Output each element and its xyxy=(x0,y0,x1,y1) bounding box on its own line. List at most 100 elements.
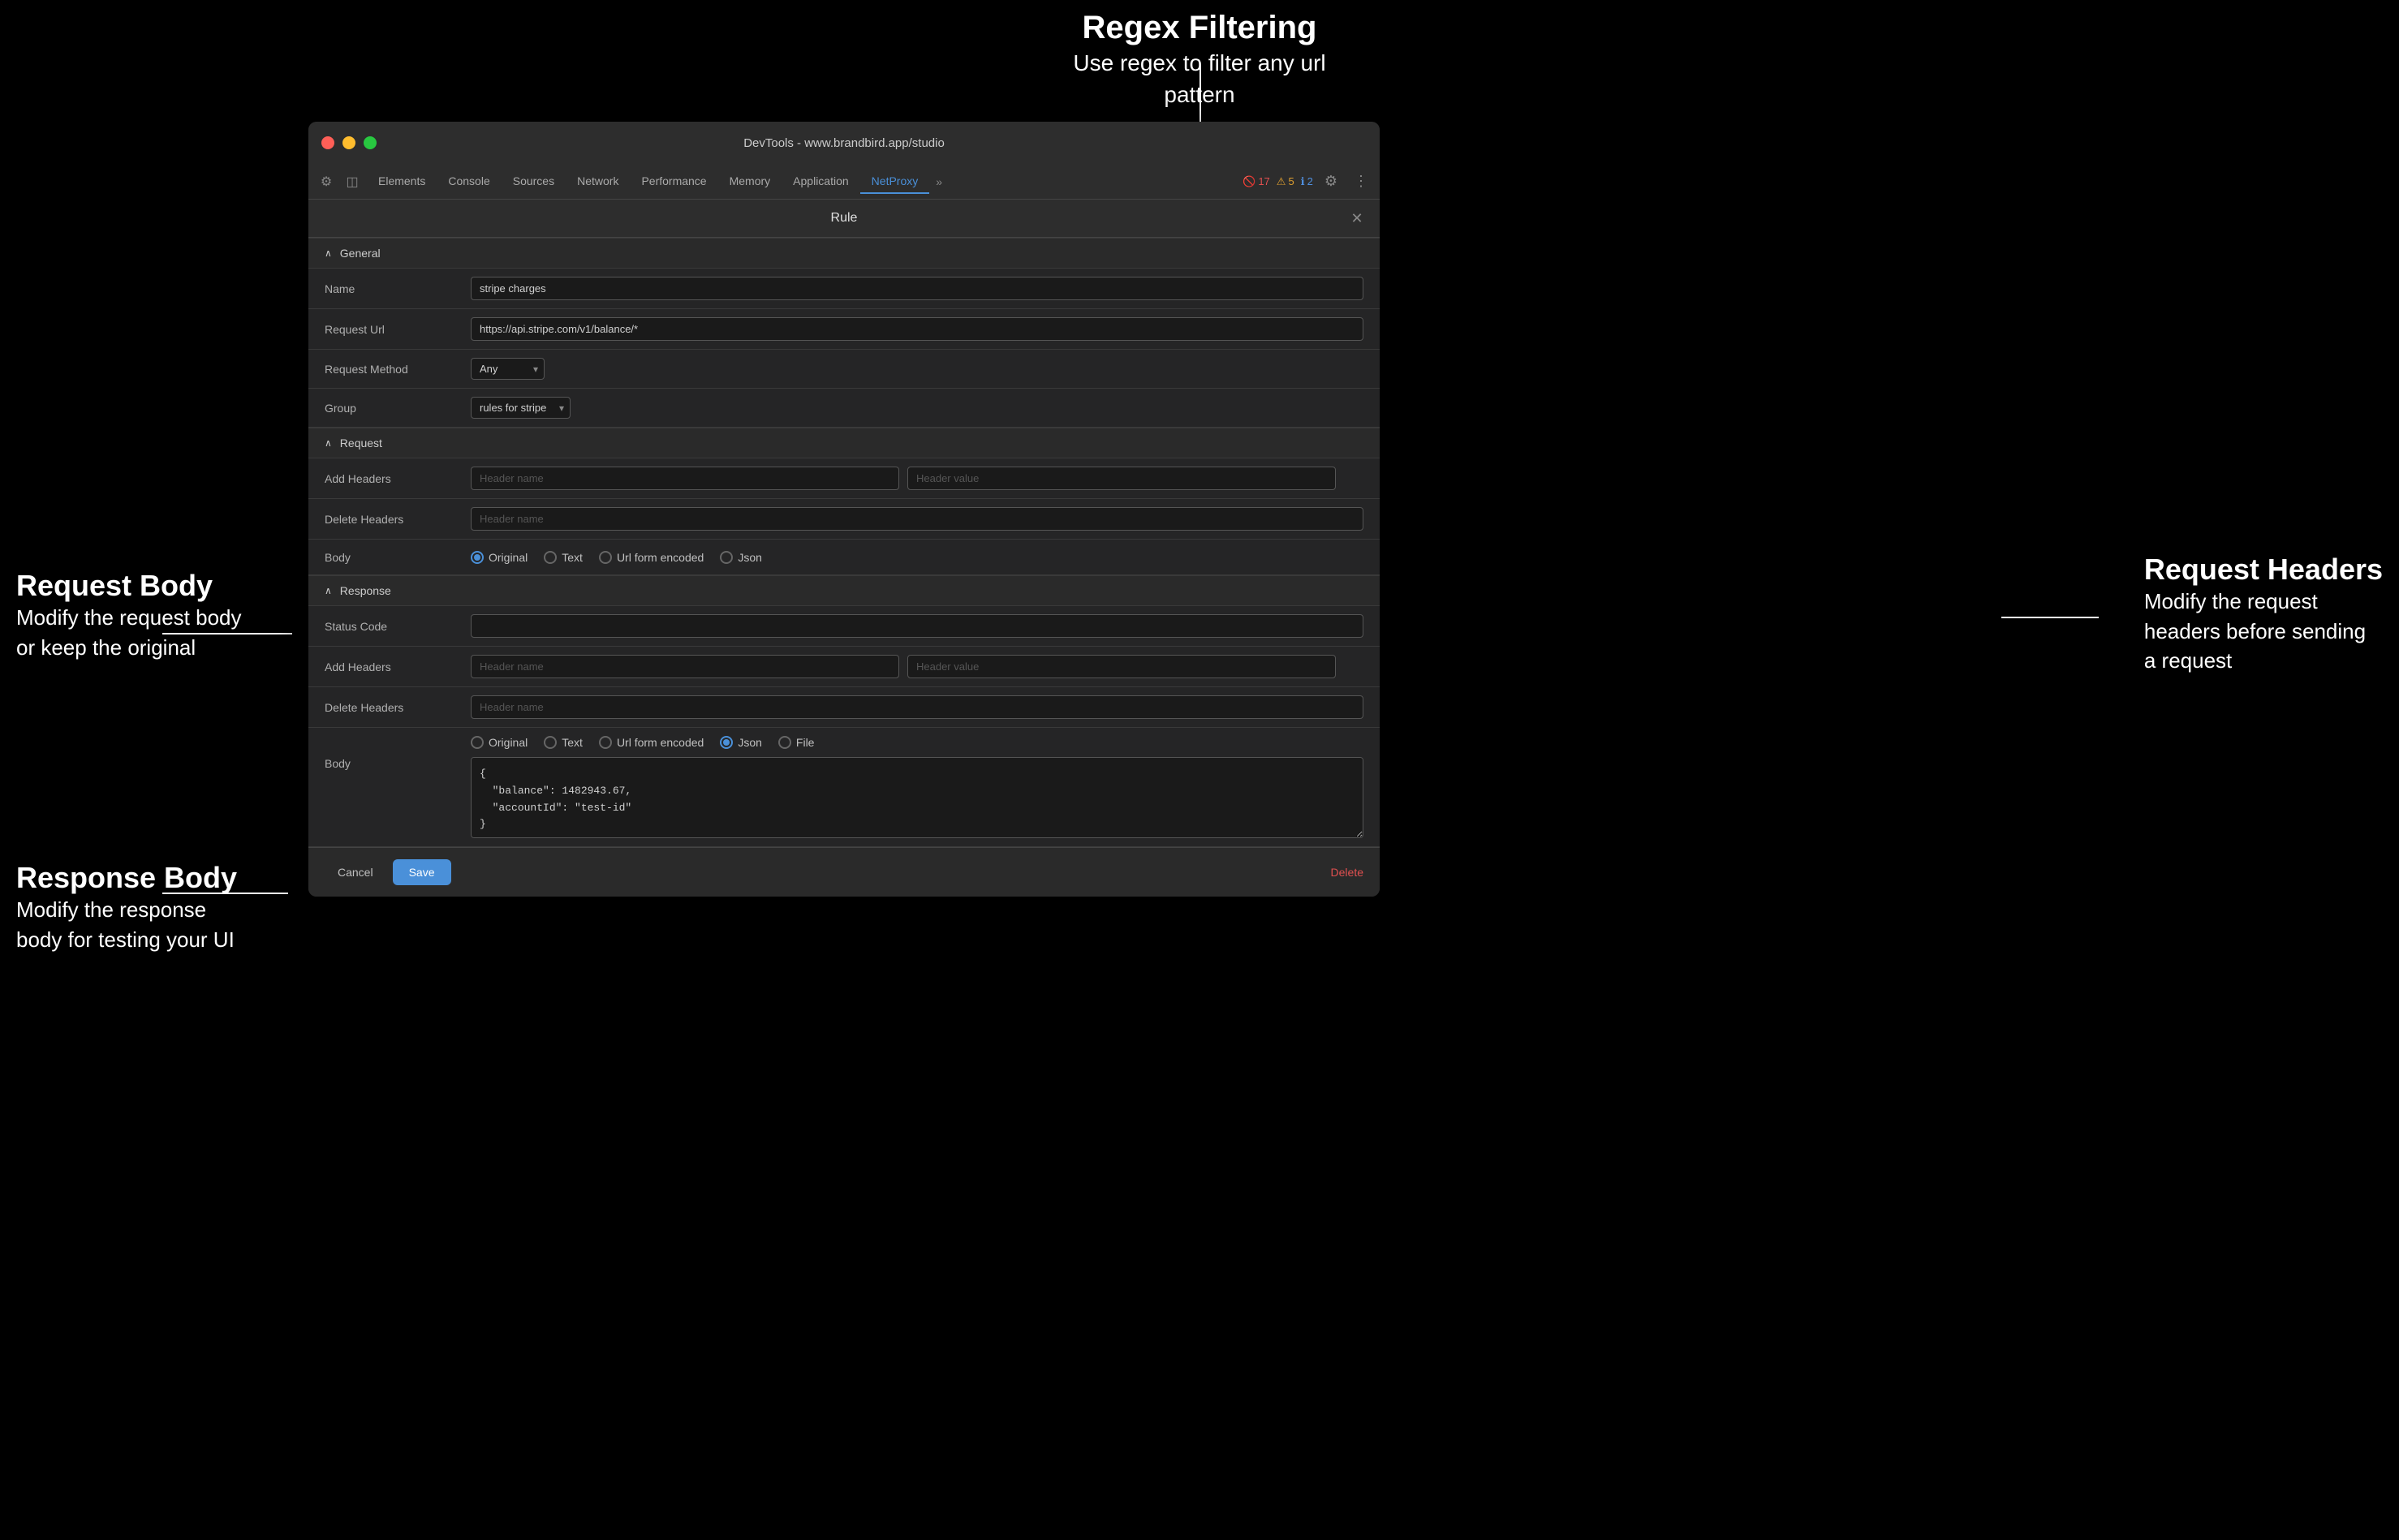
traffic-lights xyxy=(321,136,377,149)
annotation-response-body: Response Body Modify the response body f… xyxy=(16,860,243,954)
request-body-options: Original Text Url form encoded Json xyxy=(471,551,1363,564)
titlebar: DevTools - www.brandbird.app/studio xyxy=(308,122,1380,164)
response-body-text-label: Text xyxy=(562,736,583,749)
cancel-button[interactable]: Cancel xyxy=(325,859,386,885)
group-select[interactable]: rules for stripe xyxy=(471,397,571,419)
request-add-headers-inputs xyxy=(471,467,1363,490)
response-body-options: Original Text Url form encoded Json xyxy=(471,736,814,749)
error-count: 17 xyxy=(1258,175,1269,187)
request-add-headers-row: Add Headers xyxy=(308,458,1380,499)
tabbar: ⚙ ◫ Elements Console Sources Network Per… xyxy=(308,164,1380,200)
response-body-textarea[interactable]: { "balance": 1482943.67, "accountId": "t… xyxy=(471,757,1363,838)
request-body-original[interactable]: Original xyxy=(471,551,528,564)
tab-network[interactable]: Network xyxy=(566,170,630,194)
response-body-row-header: Original Text Url form encoded Json xyxy=(325,736,1363,749)
response-add-headers-row: Add Headers xyxy=(308,647,1380,687)
response-body-file[interactable]: File xyxy=(778,736,815,749)
response-delete-headers-inputs xyxy=(471,695,1363,719)
response-body-original[interactable]: Original xyxy=(471,736,528,749)
delete-button[interactable]: Delete xyxy=(1331,866,1363,879)
tab-netproxy[interactable]: NetProxy xyxy=(860,170,930,194)
response-body-textarea-label: Body xyxy=(325,757,471,838)
response-body-file-radio[interactable] xyxy=(778,736,791,749)
response-add-header-name-input[interactable] xyxy=(471,655,899,678)
request-method-select[interactable]: Any GET POST PUT DELETE xyxy=(471,358,545,380)
tab-elements[interactable]: Elements xyxy=(367,170,437,194)
response-add-headers-label: Add Headers xyxy=(325,660,471,673)
request-delete-header-name-input[interactable] xyxy=(471,507,1363,531)
response-body-json-radio[interactable] xyxy=(720,736,733,749)
request-body-url-encoded-radio[interactable] xyxy=(599,551,612,564)
devtools-icon-2: ◫ xyxy=(341,170,364,193)
tab-sources[interactable]: Sources xyxy=(502,170,566,194)
titlebar-title: DevTools - www.brandbird.app/studio xyxy=(743,136,945,150)
response-add-headers-inputs xyxy=(471,655,1363,678)
maximize-button[interactable] xyxy=(364,136,377,149)
name-input[interactable] xyxy=(471,277,1363,300)
response-body-json[interactable]: Json xyxy=(720,736,762,749)
status-code-input[interactable] xyxy=(471,614,1363,638)
request-body-text[interactable]: Text xyxy=(544,551,583,564)
response-section-label: Response xyxy=(340,584,391,597)
request-method-value: Any GET POST PUT DELETE xyxy=(471,358,1363,380)
request-url-row: Request Url xyxy=(308,309,1380,350)
response-body-text-radio[interactable] xyxy=(544,736,557,749)
request-add-header-value-input[interactable] xyxy=(907,467,1336,490)
request-url-input[interactable] xyxy=(471,317,1363,341)
request-url-label: Request Url xyxy=(325,323,471,336)
tab-application[interactable]: Application xyxy=(782,170,860,194)
response-body-original-radio[interactable] xyxy=(471,736,484,749)
response-body-title: Response Body xyxy=(16,860,243,895)
tab-memory[interactable]: Memory xyxy=(718,170,782,194)
response-body-file-label: File xyxy=(796,736,815,749)
request-delete-headers-row: Delete Headers xyxy=(308,499,1380,540)
request-body-url-encoded[interactable]: Url form encoded xyxy=(599,551,704,564)
request-body-json-radio[interactable] xyxy=(720,551,733,564)
close-modal-button[interactable]: ✕ xyxy=(1347,209,1367,228)
tab-console[interactable]: Console xyxy=(437,170,501,194)
response-body-url-encoded[interactable]: Url form encoded xyxy=(599,736,704,749)
response-body-original-label: Original xyxy=(489,736,528,749)
minimize-button[interactable] xyxy=(342,136,355,149)
response-delete-header-name-input[interactable] xyxy=(471,695,1363,719)
response-body-textarea-row: Body { "balance": 1482943.67, "accountId… xyxy=(325,757,1363,838)
response-delete-headers-label: Delete Headers xyxy=(325,701,471,714)
error-badge: 🚫 17 xyxy=(1243,175,1270,188)
info-count: 2 xyxy=(1307,175,1313,187)
group-label: Group xyxy=(325,402,471,415)
request-method-select-wrapper: Any GET POST PUT DELETE xyxy=(471,358,545,380)
request-body-row: Body Original Text Url form xyxy=(308,540,1380,575)
connector-request-headers xyxy=(2001,617,2099,618)
request-body-original-radio[interactable] xyxy=(471,551,484,564)
request-body-text-radio[interactable] xyxy=(544,551,557,564)
status-code-row: Status Code xyxy=(308,606,1380,647)
save-button[interactable]: Save xyxy=(393,859,451,885)
gear-icon[interactable]: ⚙ xyxy=(1320,170,1342,193)
status-code-value xyxy=(471,614,1363,638)
request-body-json[interactable]: Json xyxy=(720,551,762,564)
close-button[interactable] xyxy=(321,136,334,149)
response-body-url-encoded-radio[interactable] xyxy=(599,736,612,749)
request-add-header-name-input[interactable] xyxy=(471,467,899,490)
response-body-desc: Modify the response body for testing you… xyxy=(16,895,243,954)
response-body-text[interactable]: Text xyxy=(544,736,583,749)
error-icon: 🚫 xyxy=(1243,175,1255,188)
request-headers-title: Request Headers xyxy=(2144,552,2383,587)
modal-body: ∧ General Name Request Url Request Metho… xyxy=(308,238,1380,847)
annotation-request-headers: Request Headers Modify the request heade… xyxy=(2144,552,2383,675)
response-body-row: Original Text Url form encoded Json xyxy=(308,728,1380,847)
response-add-headers-fields xyxy=(471,655,1363,678)
request-add-headers-label: Add Headers xyxy=(325,472,471,485)
request-delete-headers-label: Delete Headers xyxy=(325,513,471,526)
request-delete-headers-inputs xyxy=(471,507,1363,531)
regex-title: Regex Filtering xyxy=(1037,8,1362,47)
more-options-icon[interactable]: ⋮ xyxy=(1349,170,1373,193)
response-delete-headers-row: Delete Headers xyxy=(308,687,1380,728)
tab-performance[interactable]: Performance xyxy=(630,170,717,194)
response-add-header-value-input[interactable] xyxy=(907,655,1336,678)
group-value: rules for stripe xyxy=(471,397,1363,419)
name-value xyxy=(471,277,1363,300)
request-body-json-label: Json xyxy=(738,551,762,564)
tab-more[interactable]: » xyxy=(929,170,949,193)
modal-footer: Cancel Save Delete xyxy=(308,847,1380,897)
